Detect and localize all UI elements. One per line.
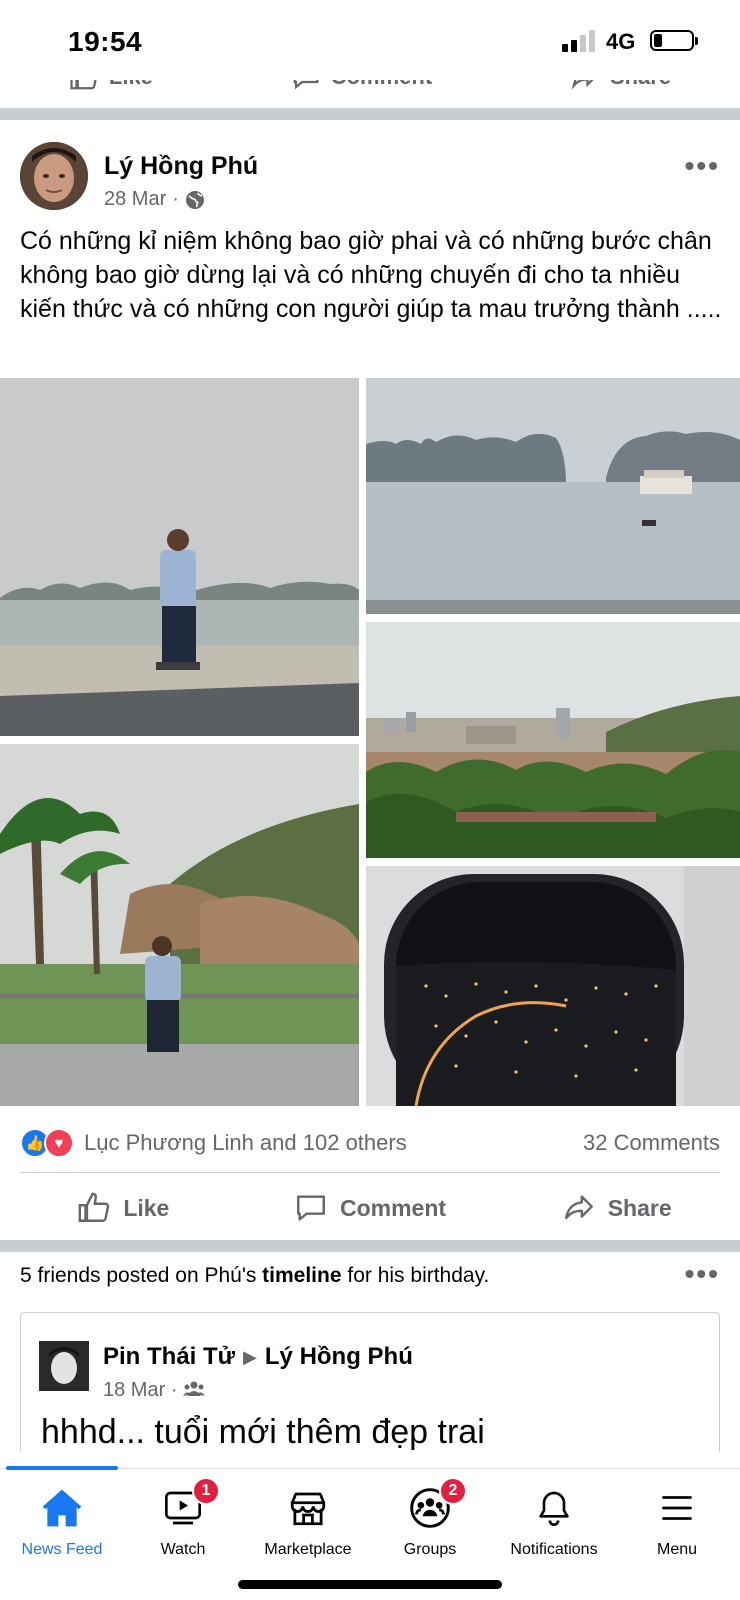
watch-icon: 1 (158, 1477, 220, 1533)
post-author[interactable]: Lý Hồng Phú (104, 152, 258, 181)
bell-icon (529, 1483, 579, 1533)
status-bar: 19:54 4G (0, 0, 740, 80)
reactions-row: 👍 ♥ Lục Phương Linh and 102 others 32 Co… (0, 1124, 740, 1164)
photo-5[interactable] (366, 866, 740, 1106)
photo-collage (0, 378, 740, 1106)
comment-icon (297, 1195, 325, 1221)
love-reaction-icon: ♥ (44, 1128, 74, 1158)
photo-2[interactable] (366, 378, 740, 614)
post-more-button[interactable]: ••• (685, 150, 720, 182)
inner-author-to[interactable]: Lý Hồng Phú (265, 1343, 413, 1371)
tab-watch[interactable]: 1 Watch (121, 1477, 245, 1559)
reaction-names[interactable]: Lục Phương Linh and 102 others (84, 1130, 407, 1156)
birthday-more-button[interactable]: ••• (685, 1258, 720, 1290)
active-tab-indicator (6, 1466, 118, 1470)
share-icon (564, 1195, 593, 1220)
menu-icon (652, 1483, 702, 1533)
inner-author-from[interactable]: Pin Thái Tử (103, 1343, 235, 1371)
globe-icon (185, 190, 204, 209)
inner-date[interactable]: 18 Mar (103, 1379, 165, 1401)
feed-separator (0, 108, 740, 120)
photo-3[interactable] (366, 622, 740, 858)
battery-icon (650, 30, 698, 51)
inner-authors: Pin Thái Tử ▶ Lý Hồng Phú (103, 1343, 413, 1371)
post-actions: Like Comment Share (0, 1178, 740, 1238)
birthday-post[interactable]: Pin Thái Tử ▶ Lý Hồng Phú 18 Mar · hhhd.… (20, 1312, 720, 1452)
arrow-right-icon: ▶ (243, 1346, 257, 1367)
comments-count[interactable]: 32 Comments (583, 1130, 720, 1156)
inner-post-text: hhhd... tuổi mới thêm đẹp trai (41, 1413, 485, 1451)
like-icon (78, 1192, 110, 1222)
feed-separator (0, 1240, 740, 1252)
share-button[interactable]: Share (493, 1178, 740, 1238)
tab-menu[interactable]: Menu (615, 1483, 739, 1559)
post-text: Có những kỉ niệm không bao giờ phai và c… (20, 227, 722, 323)
comment-button[interactable]: Comment (247, 1178, 494, 1238)
watch-badge: 1 (192, 1477, 220, 1505)
groups-icon: 2 (405, 1477, 467, 1533)
like-button[interactable]: Like (0, 1178, 247, 1238)
post-meta: 28 Mar · (104, 188, 205, 211)
tab-notifications[interactable]: Notifications (492, 1483, 616, 1559)
groups-badge: 2 (439, 1477, 467, 1505)
marketplace-icon (283, 1483, 333, 1533)
friends-icon (183, 1381, 206, 1396)
photo-1[interactable] (0, 378, 359, 736)
reaction-icons[interactable]: 👍 ♥ (20, 1128, 76, 1158)
birthday-title: 5 friends posted on Phú's timeline for h… (20, 1264, 490, 1287)
network-type: 4G (606, 29, 636, 54)
inner-meta: 18 Mar · (103, 1379, 206, 1402)
photo-4[interactable] (0, 744, 359, 1106)
tab-news-feed[interactable]: News Feed (0, 1483, 124, 1559)
post-date[interactable]: 28 Mar (104, 188, 166, 211)
signal-icon (562, 30, 598, 52)
tab-groups[interactable]: 2 Groups (368, 1477, 492, 1559)
author-avatar[interactable] (20, 142, 88, 210)
inner-author-avatar[interactable] (39, 1341, 89, 1391)
timeline-link[interactable]: timeline (262, 1264, 341, 1287)
status-time: 19:54 (68, 26, 143, 57)
home-indicator[interactable] (238, 1580, 502, 1589)
home-icon (37, 1483, 87, 1533)
reactions-divider (20, 1172, 720, 1173)
tab-marketplace[interactable]: Marketplace (246, 1483, 370, 1559)
